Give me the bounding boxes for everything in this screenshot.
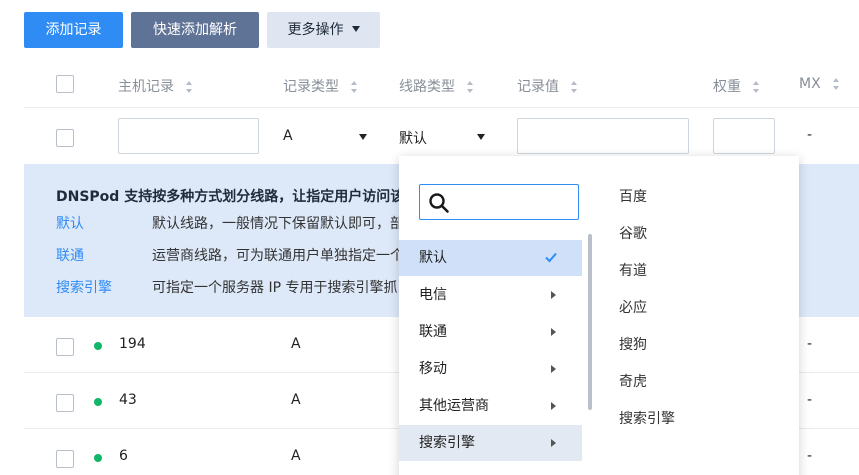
row-host: 43 [119, 392, 137, 408]
row-type: A [291, 448, 301, 464]
info-desc-search-engine: 可指定一个服务器 IP 专用于搜索引擎抓 [152, 280, 398, 296]
chevron-down-icon [477, 134, 485, 140]
status-dot-icon [94, 342, 102, 350]
header-weight-label: 权重 [713, 79, 741, 95]
line-option-label: 移动 [419, 361, 447, 377]
header-host-label: 主机记录 [118, 79, 174, 95]
sort-icon[interactable] [753, 81, 761, 93]
header-line[interactable]: 线路类型 [399, 76, 475, 96]
line-option-search-engine[interactable]: 搜索引擎 [399, 425, 582, 461]
info-link-unicom[interactable]: 联通 [56, 245, 84, 265]
submenu-item-search-engine[interactable]: 搜索引擎 [619, 408, 675, 428]
line-option-unicom[interactable]: 联通 [399, 314, 582, 350]
status-dot-icon [94, 454, 102, 462]
info-title: DNSPod 支持按多种方式划分线路，让指定用户访问该 [56, 189, 405, 205]
row-host: 194 [119, 336, 146, 352]
select-all-checkbox[interactable] [56, 75, 74, 93]
chevron-down-icon [351, 26, 360, 32]
sort-icon[interactable] [832, 78, 841, 90]
sort-icon[interactable] [351, 81, 359, 93]
row-checkbox[interactable] [56, 338, 74, 356]
header-mx[interactable]: MX [799, 76, 841, 92]
info-link-search-engine[interactable]: 搜索引擎 [56, 277, 112, 297]
header-mx-label: MX [799, 76, 821, 92]
line-option-telecom[interactable]: 电信 [399, 277, 582, 313]
dropdown-scrollbar[interactable] [588, 234, 592, 410]
header-host[interactable]: 主机记录 [118, 76, 194, 96]
chevron-right-icon [551, 439, 556, 447]
info-desc-unicom: 运营商线路，可为联通用户单独指定一个 [152, 248, 404, 264]
row-type: A [291, 392, 301, 408]
row-mx: - [807, 392, 813, 408]
chevron-right-icon [551, 328, 556, 336]
submenu-item-baidu[interactable]: 百度 [619, 186, 647, 206]
line-search-input[interactable] [419, 184, 579, 220]
line-option-label: 默认 [419, 250, 447, 266]
type-select-value: A [283, 128, 293, 144]
line-option-label: 其他运营商 [419, 398, 489, 414]
header-weight[interactable]: 权重 [713, 76, 761, 96]
row-checkbox[interactable] [56, 394, 74, 412]
row-mx: - [807, 448, 813, 464]
info-link-default[interactable]: 默认 [56, 213, 84, 233]
type-select[interactable]: A [283, 118, 373, 154]
value-input[interactable] [517, 118, 689, 154]
line-option-mobile[interactable]: 移动 [399, 351, 582, 387]
sort-icon[interactable] [186, 81, 194, 93]
line-option-label: 联通 [419, 324, 447, 340]
line-option-default[interactable]: 默认 [399, 240, 582, 276]
chevron-down-icon [359, 134, 367, 140]
chevron-right-icon [551, 365, 556, 373]
submenu-item-google[interactable]: 谷歌 [619, 223, 647, 243]
submenu-item-qihoo[interactable]: 奇虎 [619, 371, 647, 391]
header-type[interactable]: 记录类型 [283, 76, 359, 96]
more-actions-button[interactable]: 更多操作 [267, 12, 380, 48]
more-actions-label: 更多操作 [287, 22, 344, 38]
status-dot-icon [94, 398, 102, 406]
line-option-label: 搜索引擎 [419, 435, 475, 451]
chevron-right-icon [551, 291, 556, 299]
quick-add-button[interactable]: 快速添加解析 [131, 12, 259, 48]
line-option-label: 电信 [419, 287, 447, 303]
host-input[interactable] [118, 118, 259, 154]
submenu-item-bing[interactable]: 必应 [619, 297, 647, 317]
line-option-other-isp[interactable]: 其他运营商 [399, 388, 582, 424]
header-value-label: 记录值 [517, 79, 559, 95]
sort-icon[interactable] [571, 81, 579, 93]
submenu-item-youdao[interactable]: 有道 [619, 260, 647, 280]
check-icon [545, 252, 557, 263]
info-desc-default: 默认线路，一般情况下保留默认即可，部 [152, 216, 404, 232]
header-type-label: 记录类型 [283, 79, 339, 95]
chevron-right-icon [551, 402, 556, 410]
row-checkbox[interactable] [56, 450, 74, 468]
header-value[interactable]: 记录值 [517, 76, 579, 96]
header-line-label: 线路类型 [399, 79, 455, 95]
line-select-value: 默认 [399, 131, 427, 147]
mx-value: - [807, 127, 813, 143]
line-type-dropdown: 默认 电信 联通 移动 其他运营商 搜索引擎 百度 谷歌 有道 必应 搜狗 奇虎… [399, 156, 799, 475]
new-row-checkbox[interactable] [56, 129, 74, 147]
divider [24, 107, 859, 108]
row-mx: - [807, 336, 813, 352]
row-host: 6 [119, 448, 128, 464]
sort-icon[interactable] [467, 81, 475, 93]
search-icon [429, 193, 449, 213]
submenu-item-sogou[interactable]: 搜狗 [619, 334, 647, 354]
add-record-button[interactable]: 添加记录 [24, 12, 123, 48]
weight-input[interactable] [713, 118, 775, 154]
line-select[interactable]: 默认 [399, 118, 493, 154]
row-type: A [291, 336, 301, 352]
